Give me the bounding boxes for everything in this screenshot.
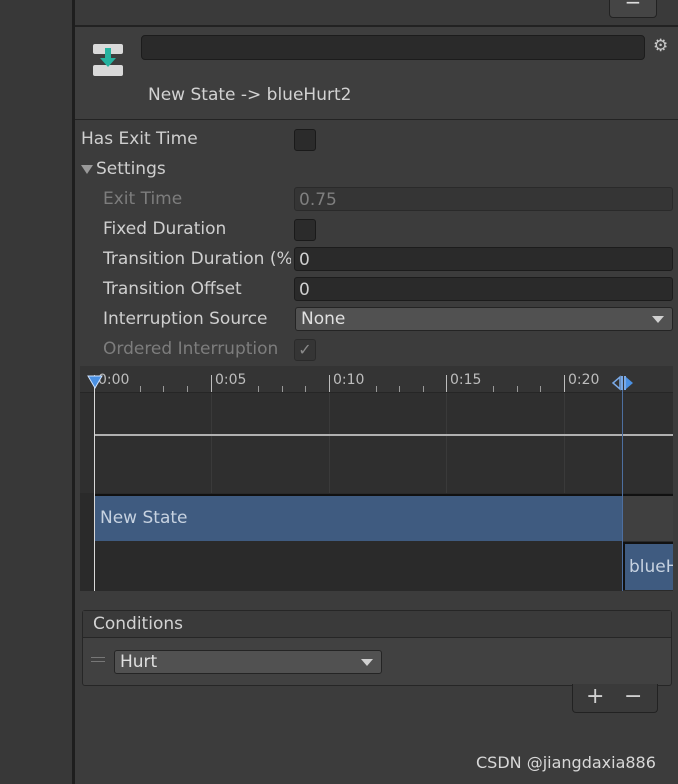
gear-icon[interactable]: ⚙	[653, 36, 668, 56]
conditions-footer: + −	[572, 684, 658, 713]
minor-tick	[140, 386, 141, 392]
minor-tick	[493, 386, 494, 392]
major-tick	[211, 375, 212, 392]
tick-label: 0:15	[450, 372, 482, 388]
tick-label: 0:20	[568, 372, 600, 388]
source-state-bar-tail	[623, 494, 673, 541]
remove-condition-button[interactable]: −	[624, 684, 642, 709]
minor-tick	[282, 386, 283, 392]
ordered-interruption-checkbox: ✓	[294, 339, 316, 361]
minor-tick	[258, 386, 259, 392]
chevron-down-icon	[652, 316, 664, 323]
minor-tick	[399, 386, 400, 392]
minor-tick	[540, 386, 541, 392]
interruption-source-label: Interruption Source	[103, 309, 268, 329]
has-exit-time-checkbox[interactable]	[294, 129, 316, 151]
minor-tick	[517, 386, 518, 392]
foldout-arrow-icon	[81, 164, 93, 174]
minor-tick	[187, 386, 188, 392]
conditions-header: Conditions	[83, 611, 671, 638]
tick-label: 0:05	[215, 372, 247, 388]
transition-end-line	[622, 378, 623, 591]
settings-foldout[interactable]: Settings	[81, 159, 166, 179]
interruption-source-value: None	[301, 309, 346, 329]
fixed-duration-label: Fixed Duration	[103, 219, 227, 239]
transition-timeline[interactable]: 0:00 0:05 0:10 0:15 0:20 New State blueH	[80, 366, 673, 591]
top-list-footer	[75, 0, 678, 27]
chevron-down-icon	[361, 659, 373, 666]
transition-offset-label: Transition Offset	[103, 279, 242, 299]
condition-parameter-value: Hurt	[120, 652, 158, 672]
transition-icon	[93, 44, 123, 76]
conditions-list: Conditions Hurt	[82, 610, 672, 686]
transition-offset-field[interactable]: 0	[294, 277, 673, 301]
transition-title: New State -> blueHurt2	[148, 85, 352, 105]
condition-parameter-dropdown[interactable]: Hurt	[114, 650, 382, 674]
transition-end-marker-icon[interactable]	[611, 374, 635, 392]
playhead-marker-icon[interactable]	[87, 374, 103, 390]
transition-duration-field[interactable]: 0	[294, 247, 673, 271]
playhead-line	[94, 378, 95, 591]
dest-state-bar[interactable]: blueH	[623, 542, 673, 590]
add-condition-button[interactable]: +	[586, 684, 604, 709]
minor-tick	[305, 386, 306, 392]
drag-handle-icon[interactable]	[91, 657, 105, 665]
exit-time-field: 0.75	[294, 187, 673, 211]
ordered-interruption-label: Ordered Interruption	[103, 339, 279, 359]
remove-transition-button[interactable]: −	[609, 0, 657, 18]
weight-curve	[95, 434, 673, 436]
minor-tick	[423, 386, 424, 392]
minor-tick	[163, 386, 164, 392]
left-pane	[0, 0, 72, 784]
major-tick	[564, 375, 565, 392]
settings-label: Settings	[96, 159, 166, 179]
minor-tick	[376, 386, 377, 392]
transition-name-field[interactable]	[141, 35, 645, 60]
major-tick	[329, 375, 330, 392]
interruption-source-dropdown[interactable]: None	[295, 307, 673, 331]
tick-label: 0:10	[333, 372, 365, 388]
major-tick	[446, 375, 447, 392]
has-exit-time-label: Has Exit Time	[81, 129, 198, 149]
exit-time-label: Exit Time	[103, 189, 183, 209]
transition-graph	[80, 393, 673, 493]
fixed-duration-checkbox[interactable]	[294, 219, 316, 241]
transition-duration-label: Transition Duration (%	[103, 249, 291, 269]
source-state-bar[interactable]: New State	[94, 494, 623, 541]
watermark: CSDN @jiangdaxia886	[476, 753, 656, 772]
